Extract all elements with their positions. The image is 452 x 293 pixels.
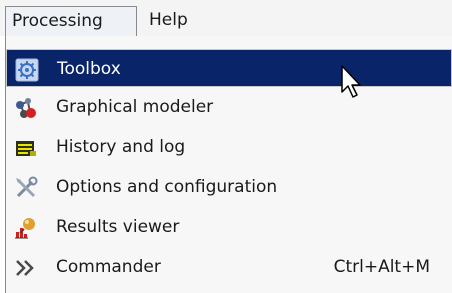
history-icon [16,141,36,156]
menu-bar: Processing Help [0,0,452,36]
tools-icon [16,176,38,198]
keyboard-shortcut: Ctrl+Alt+M [333,257,430,277]
menu-item-label: Options and configuration [56,177,278,197]
modeler-icon [16,98,36,118]
menu-processing[interactable]: Processing [5,6,137,36]
chevrons-icon [16,260,34,276]
processing-dropdown: Toolbox Graphical modeler History and lo… [5,36,452,293]
menu-item-history-and-log[interactable]: History and log [6,128,452,166]
menu-item-label: History and log [56,137,186,157]
mouse-pointer-icon [341,65,361,98]
menu-item-label: Commander [56,257,161,277]
menu-item-graphical-modeler[interactable]: Graphical modeler [6,88,452,126]
menu-item-label: Graphical modeler [56,97,214,117]
menu-item-label: Results viewer [56,217,180,237]
menu-item-label: Toolbox [57,59,121,79]
results-icon [15,218,35,239]
qgis-processing-menu-screenshot: Processing Help Toolbox Graphical modele… [0,0,452,293]
menu-item-toolbox[interactable]: Toolbox [6,49,452,87]
menu-item-results-viewer[interactable]: Results viewer [6,208,452,246]
menu-item-options-and-configuration[interactable]: Options and configuration [6,168,452,206]
menu-help[interactable]: Help [149,6,209,36]
menu-item-commander[interactable]: Commander Ctrl+Alt+M [6,248,452,286]
gear-icon [15,58,39,82]
